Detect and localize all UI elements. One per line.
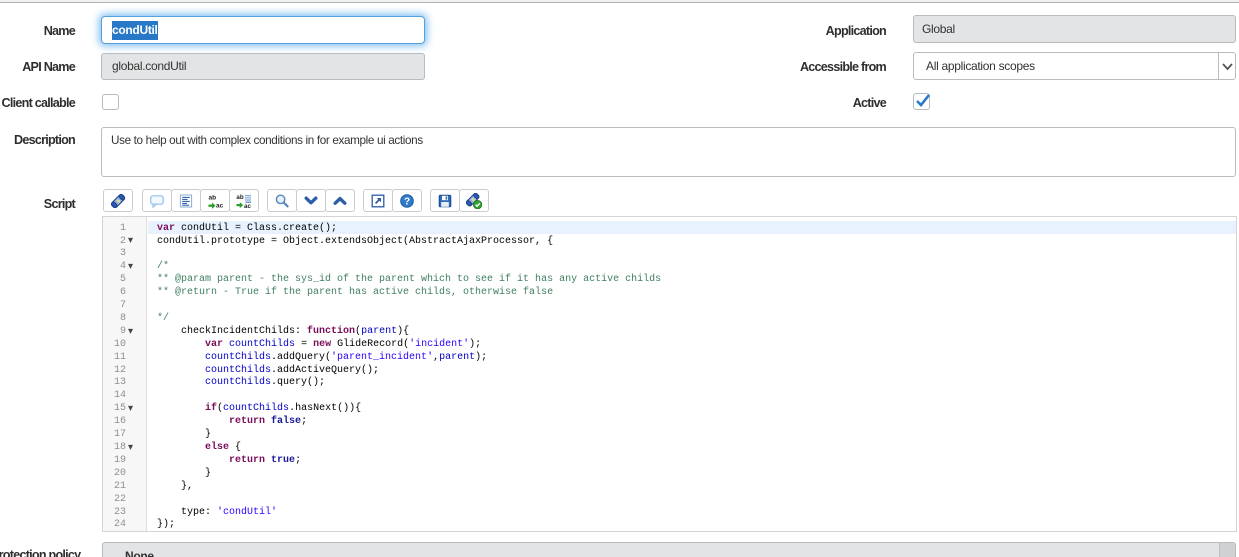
- svg-text:ab: ab: [209, 194, 217, 201]
- svg-text:?: ?: [404, 196, 410, 207]
- svg-text:ac: ac: [244, 202, 251, 208]
- svg-text:ab: ab: [236, 194, 243, 201]
- svg-text:ac: ac: [216, 202, 223, 208]
